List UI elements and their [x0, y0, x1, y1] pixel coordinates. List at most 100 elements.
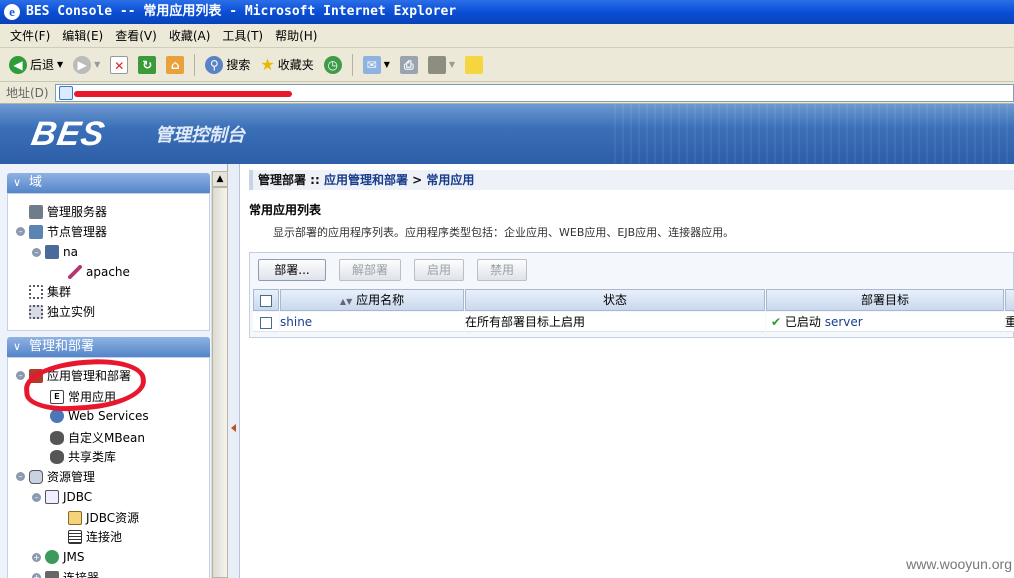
tree-node-jdbc-resource[interactable]: JDBC资源	[68, 509, 139, 526]
row-checkbox[interactable]	[260, 316, 272, 329]
app-extra-cell[interactable]: 重	[1005, 312, 1014, 332]
tree-node-standalone[interactable]: 独立实例	[16, 303, 95, 320]
menu-file[interactable]: 文件(F)	[4, 27, 56, 44]
tree-node-na[interactable]: – na	[32, 245, 78, 259]
address-input[interactable]	[54, 83, 1014, 102]
dropdown-arrow-icon[interactable]: ▼	[384, 60, 390, 69]
tree-node-node-manager[interactable]: – 节点管理器	[16, 223, 107, 240]
page-description: 显示部署的应用程序列表。应用程序类型包括：企业应用、WEB应用、EJB应用、连接…	[273, 226, 735, 239]
favorites-button[interactable]: ★ 收藏夹	[257, 52, 316, 78]
column-header-status[interactable]: 状态	[465, 289, 765, 311]
menu-edit[interactable]: 编辑(E)	[56, 27, 109, 44]
app-list-panel: 部署... 解部署 启用 禁用 ▲▼ 应用名称 状态 部署目标 shine 在所…	[249, 252, 1014, 338]
menu-favorites[interactable]: 收藏(A)	[163, 27, 217, 44]
banner-subtitle: 管理控制台	[155, 125, 245, 146]
tree-node-conn-pool[interactable]: 连接池	[68, 528, 122, 545]
menu-help[interactable]: 帮助(H)	[269, 27, 323, 44]
history-button[interactable]: ◷	[321, 52, 345, 78]
domain-tree: 管理服务器 – 节点管理器 – na apache 集群 独立实例	[7, 193, 210, 331]
collapse-toggle-icon[interactable]: –	[32, 247, 41, 257]
stop-button[interactable]: ✕	[107, 52, 131, 78]
deploy-button[interactable]: 部署...	[258, 259, 326, 281]
connector-icon	[45, 570, 59, 578]
app-name-link[interactable]: shine	[280, 315, 312, 329]
window-title: BES Console -- 常用应用列表 - Microsoft Intern…	[26, 4, 457, 19]
menu-view[interactable]: 查看(V)	[109, 27, 163, 44]
tree-node-connector[interactable]: + 连接器	[32, 569, 99, 578]
home-button[interactable]: ⌂	[163, 52, 187, 78]
disable-button[interactable]: 禁用	[477, 259, 527, 281]
select-all-checkbox[interactable]	[260, 294, 272, 307]
tree-node-admin-server[interactable]: 管理服务器	[16, 203, 107, 220]
tree-node-resource-mgmt[interactable]: – 资源管理	[16, 468, 95, 485]
dropdown-arrow-icon[interactable]: ▼	[94, 60, 100, 69]
page-title: 常用应用列表	[249, 203, 322, 217]
node-label: 共享类库	[68, 450, 117, 464]
undeploy-button[interactable]: 解部署	[339, 259, 401, 281]
domain-panel-title: 域	[29, 175, 43, 190]
breadcrumb-root: 管理部署 ::	[258, 173, 324, 187]
node-label: na	[63, 245, 78, 259]
pane-divider[interactable]	[228, 164, 240, 578]
search-button[interactable]: ⚲ 搜索	[202, 52, 253, 78]
expand-toggle-icon[interactable]: +	[32, 552, 41, 562]
tree-node-cluster[interactable]: 集群	[16, 283, 71, 300]
breadcrumb-separator: >	[407, 173, 427, 187]
database-icon	[29, 469, 43, 484]
deploy-panel-header[interactable]: ∨ 管理和部署	[7, 337, 210, 357]
collapse-toggle-icon[interactable]: –	[16, 472, 25, 481]
scrollbar-thumb[interactable]	[212, 187, 228, 578]
print-button[interactable]: ⎙	[397, 52, 421, 78]
dropdown-arrow-icon[interactable]: ▼	[449, 60, 455, 69]
tree-node-jdbc[interactable]: – JDBC	[32, 490, 92, 504]
refresh-icon: ↻	[138, 55, 157, 74]
browser-toolbar: ◀ 后退 ▼ ▶ ▼ ✕ ↻ ⌂ ⚲ 搜索 ★ 收藏夹 ◷ ✉ ▼ ⎙ ▼	[0, 48, 1014, 82]
bes-logo: BES	[28, 115, 109, 153]
mail-icon: ✉	[362, 55, 381, 74]
sort-icon[interactable]: ▲▼	[340, 297, 352, 306]
collapse-chevron-icon[interactable]: ∨	[13, 173, 21, 193]
breadcrumb: 管理部署 :: 应用管理和部署 > 常用应用	[249, 170, 1014, 190]
node-label: 连接器	[63, 571, 100, 578]
column-header-target[interactable]: 部署目标	[766, 289, 1004, 311]
edit-button[interactable]: ▼	[425, 52, 458, 78]
star-icon: ★	[260, 55, 275, 74]
server-icon	[29, 204, 43, 219]
search-icon: ⚲	[205, 55, 224, 74]
collapse-pane-icon[interactable]	[231, 424, 236, 432]
node-label: JMS	[63, 550, 85, 564]
content-pane: 管理部署 :: 应用管理和部署 > 常用应用 常用应用列表 显示部署的应用程序列…	[241, 164, 1014, 578]
column-header-name[interactable]: ▲▼ 应用名称	[280, 289, 464, 311]
tree-node-apache[interactable]: apache	[68, 265, 130, 279]
forward-arrow-icon: ▶	[73, 55, 92, 74]
scroll-up-icon[interactable]: ▲	[212, 171, 228, 187]
column-header-extra[interactable]	[1005, 289, 1014, 311]
notes-button[interactable]	[462, 52, 486, 78]
sidebar-scrollbar[interactable]: ▲	[211, 171, 228, 578]
tree-node-shared-lib[interactable]: 共享类库	[50, 448, 116, 465]
collapse-chevron-icon[interactable]: ∨	[13, 337, 21, 357]
tree-node-jms[interactable]: + JMS	[32, 550, 85, 564]
app-status-cell: 在所有部署目标上启用	[465, 312, 765, 332]
collapse-toggle-icon[interactable]: –	[16, 371, 25, 380]
computer-icon	[29, 224, 43, 239]
mail-button[interactable]: ✉ ▼	[360, 52, 393, 78]
dropdown-arrow-icon[interactable]: ▼	[57, 60, 63, 69]
target-server-link[interactable]: server	[825, 315, 863, 329]
toolbar-separator	[351, 53, 353, 76]
refresh-button[interactable]: ↻	[135, 52, 159, 78]
menu-tools[interactable]: 工具(T)	[216, 27, 269, 44]
mbean-icon	[50, 430, 64, 445]
collapse-toggle-icon[interactable]: –	[16, 227, 25, 236]
breadcrumb-link-app-mgmt[interactable]: 应用管理和部署	[324, 173, 408, 187]
tree-node-custom-mbean[interactable]: 自定义MBean	[50, 429, 145, 446]
home-icon: ⌂	[166, 55, 185, 74]
forward-button[interactable]: ▶ ▼	[70, 52, 103, 78]
node-label: 节点管理器	[47, 225, 108, 239]
domain-panel-header[interactable]: ∨ 域	[7, 173, 210, 193]
expand-toggle-icon[interactable]: +	[32, 573, 41, 578]
back-button[interactable]: ◀ 后退 ▼	[6, 52, 66, 78]
collapse-toggle-icon[interactable]: –	[32, 492, 41, 502]
node-label: 独立实例	[47, 305, 96, 319]
enable-button[interactable]: 启用	[414, 259, 464, 281]
